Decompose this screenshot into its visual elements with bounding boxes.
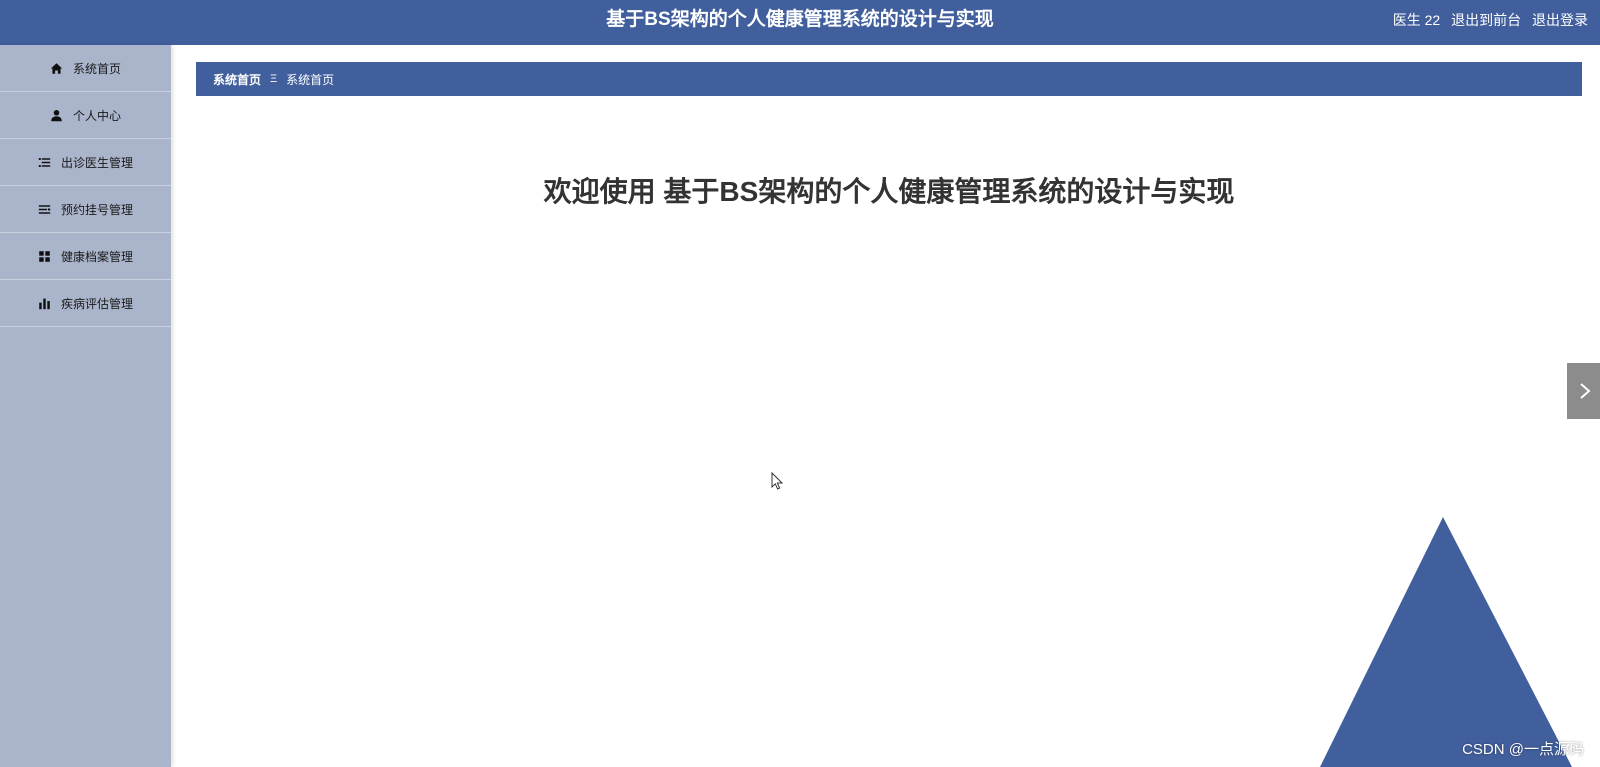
welcome-heading: 欢迎使用 基于BS架构的个人健康管理系统的设计与实现 [543, 176, 1235, 207]
logout-link[interactable]: 退出登录 [1532, 12, 1588, 28]
breadcrumb-home[interactable]: 系统首页 [213, 71, 261, 88]
decorative-triangle [1320, 517, 1572, 767]
sidebar-item-health-records[interactable]: 健康档案管理 [0, 233, 171, 280]
app-title: 基于BS架构的个人健康管理系统的设计与实现 [606, 9, 994, 30]
home-icon [50, 61, 64, 75]
user-links: 医生 22 退出到前台 退出登录 [1386, 0, 1588, 40]
sidebar-item-personal-center[interactable]: 个人中心 [0, 92, 171, 139]
top-header: 基于BS架构的个人健康管理系统的设计与实现 医生 22 退出到前台 退出登录 [0, 0, 1600, 45]
sidebar-item-label: 健康档案管理 [60, 249, 133, 264]
breadcrumb-current: 系统首页 [286, 72, 335, 87]
current-user: 医生 22 [1392, 12, 1441, 28]
list-icon [38, 202, 52, 216]
exit-to-front-link[interactable]: 退出到前台 [1451, 12, 1521, 28]
list-icon [38, 155, 52, 169]
sidebar-item-label: 个人中心 [72, 108, 121, 123]
sidebar-item-disease-assessment[interactable]: 疾病评估管理 [0, 280, 171, 327]
sidebar-menu: 系统首页 个人中心 出诊医生管理 预约挂号管理 健康档案管理 疾病评估管理 [0, 45, 171, 767]
bar-chart-icon [38, 296, 52, 310]
grid-icon [38, 249, 52, 263]
sidebar-item-label: 出诊医生管理 [60, 155, 133, 170]
mouse-cursor-icon [771, 472, 783, 490]
breadcrumb: 系统首页 Ξ 系统首页 [196, 62, 1582, 96]
sidebar-item-label: 系统首页 [72, 61, 121, 76]
sidebar-item-label: 疾病评估管理 [60, 296, 133, 311]
chevron-right-icon [1580, 383, 1591, 399]
sidebar-item-appointment-management[interactable]: 预约挂号管理 [0, 186, 171, 233]
sidebar-item-home[interactable]: 系统首页 [0, 45, 171, 92]
side-panel-toggle-button[interactable] [1567, 363, 1600, 419]
breadcrumb-separator: Ξ [270, 73, 278, 85]
sidebar-item-label: 预约挂号管理 [60, 202, 133, 217]
watermark: CSDN @一点源码 [1462, 741, 1584, 758]
sidebar-item-doctor-management[interactable]: 出诊医生管理 [0, 139, 171, 186]
user-icon [50, 108, 64, 122]
